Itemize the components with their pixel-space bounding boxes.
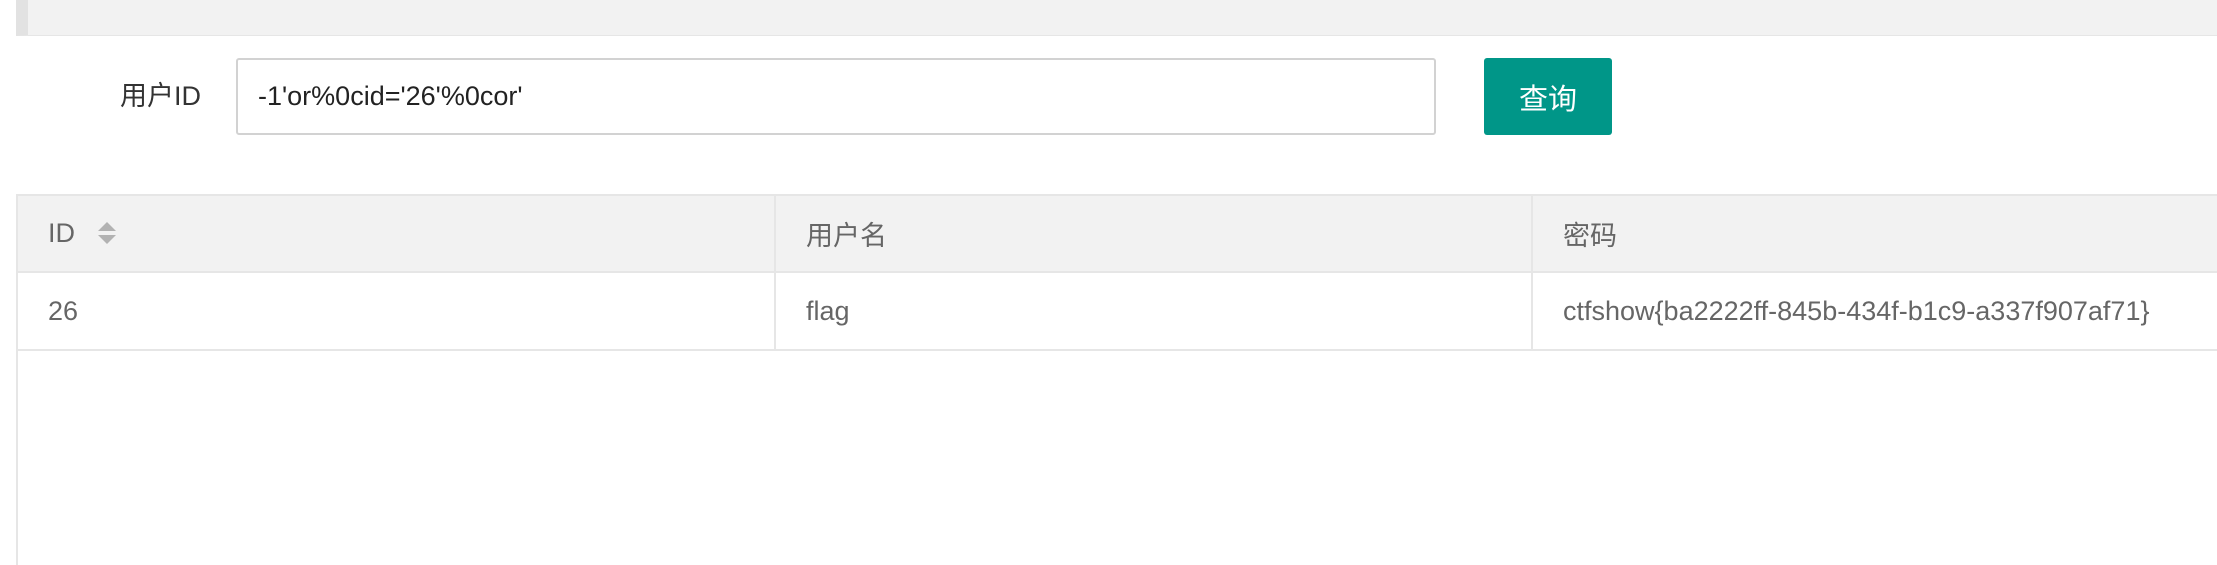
cell-username: flag [774,272,1532,351]
results-table-container: ID 用户名 密码 26 flag ctfshow{ba2222ff-845b-… [16,194,2217,565]
user-id-label: 用户ID [120,81,201,111]
top-toolbar-strip [16,0,2217,36]
table-header-row: ID 用户名 密码 [18,196,2217,273]
column-header-id[interactable]: ID [18,196,775,273]
cell-id: 26 [18,272,775,351]
sort-icon[interactable] [97,220,117,246]
query-button[interactable]: 查询 [1484,58,1612,135]
cell-password: ctfshow{ba2222ff-845b-434f-b1c9-a337f907… [1531,272,2217,351]
user-id-input[interactable] [236,58,1436,135]
table-row: 26 flag ctfshow{ba2222ff-845b-434f-b1c9-… [18,272,2217,351]
column-header-password: 密码 [1531,196,2217,273]
column-header-id-label: ID [48,218,75,248]
results-table: ID 用户名 密码 26 flag ctfshow{ba2222ff-845b-… [18,196,2217,351]
search-form: 用户ID 查询 [0,58,2217,135]
column-header-username: 用户名 [774,196,1532,273]
